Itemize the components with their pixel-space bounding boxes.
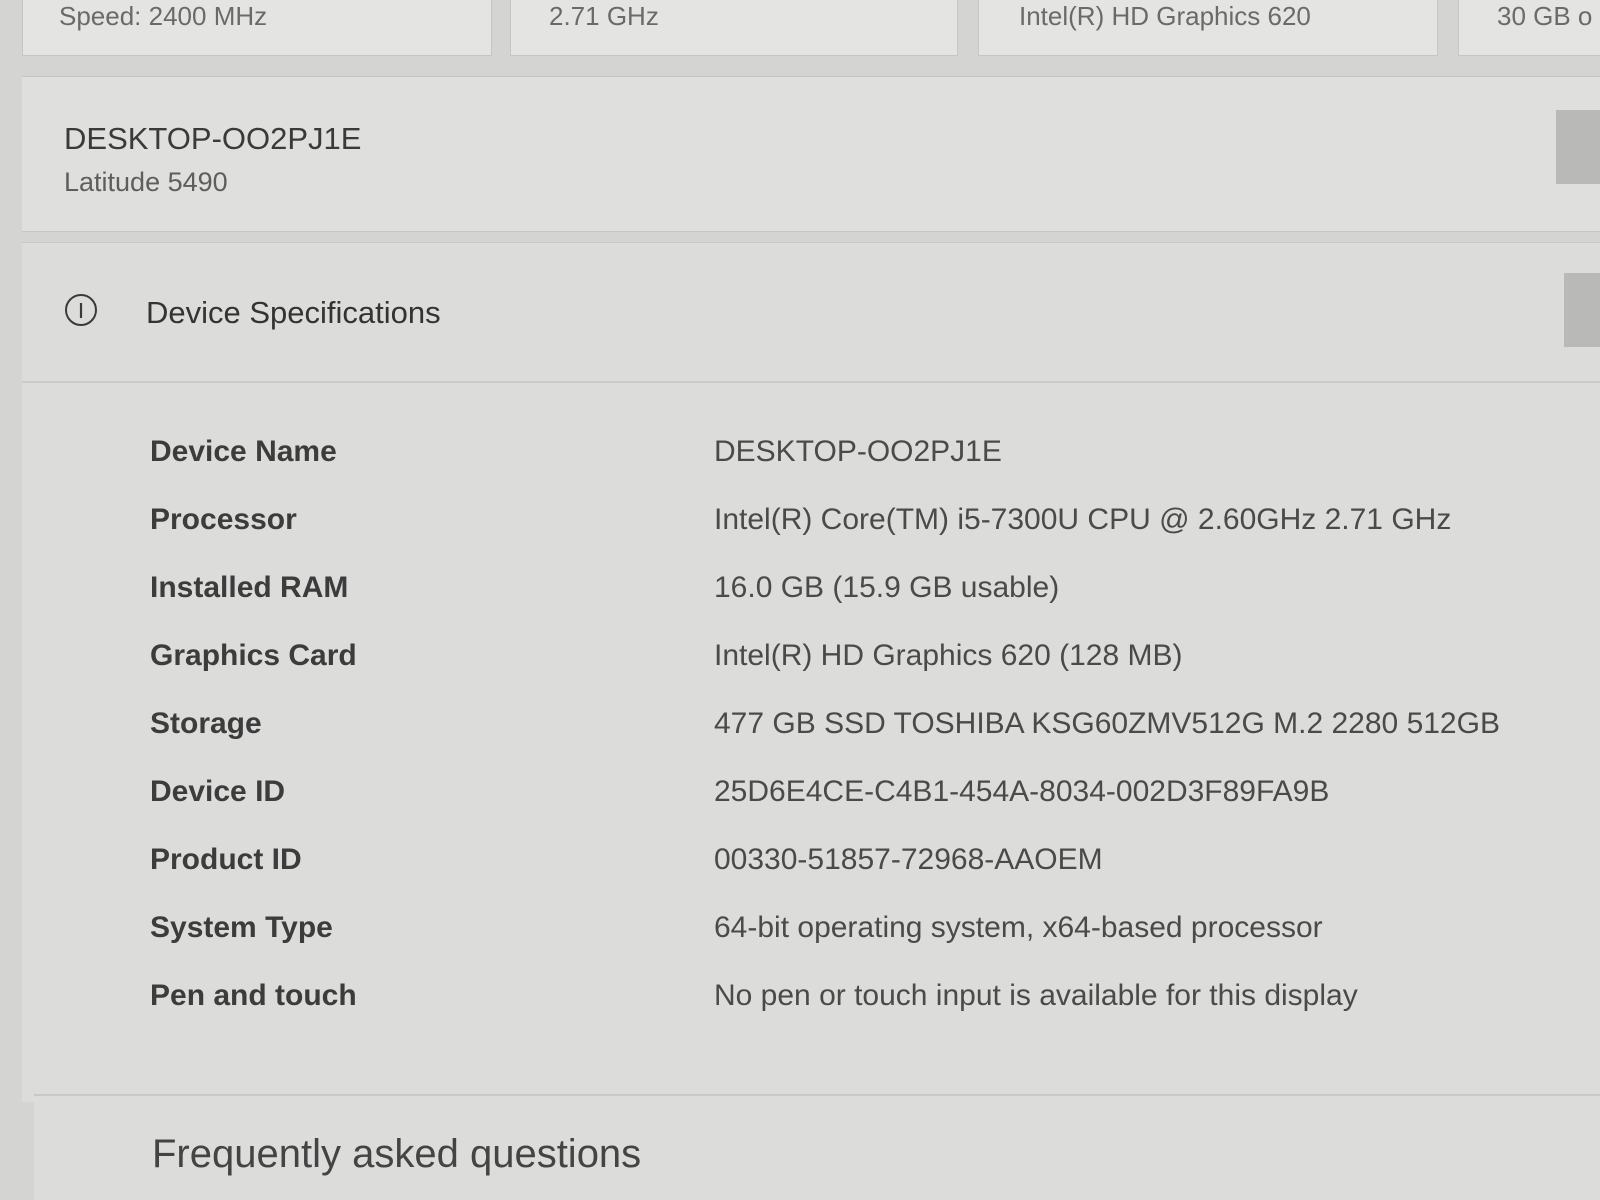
spec-row-storage: Storage 477 GB SSD TOSHIBA KSG60ZMV512G … bbox=[22, 707, 1600, 757]
spec-value: 477 GB SSD TOSHIBA KSG60ZMV512G M.2 2280… bbox=[714, 707, 1500, 740]
memory-summary-card: Speed: 2400 MHz bbox=[22, 0, 492, 56]
spec-value: 25D6E4CE-C4B1-454A-8034-002D3F89FA9B bbox=[714, 775, 1330, 808]
spec-row-pen-and-touch: Pen and touch No pen or touch input is a… bbox=[22, 979, 1600, 1029]
spec-label: Device Name bbox=[150, 435, 337, 468]
spec-label: Installed RAM bbox=[150, 571, 349, 604]
processor-clock-text: 2.71 GHz bbox=[549, 1, 659, 31]
spec-value: 16.0 GB (15.9 GB usable) bbox=[714, 571, 1060, 604]
device-name-heading: DESKTOP-OO2PJ1E bbox=[64, 121, 362, 156]
spec-value: DESKTOP-OO2PJ1E bbox=[714, 435, 1002, 468]
spec-value: 00330-51857-72968-AAOEM bbox=[714, 843, 1103, 876]
spec-row-processor: Processor Intel(R) Core(TM) i5-7300U CPU… bbox=[22, 503, 1600, 553]
memory-speed-text: Speed: 2400 MHz bbox=[59, 1, 268, 31]
spec-row-device-id: Device ID 25D6E4CE-C4B1-454A-8034-002D3F… bbox=[22, 775, 1600, 825]
device-specifications-panel: Device Specifications Device Name DESKTO… bbox=[22, 242, 1600, 1102]
faq-section[interactable]: Frequently asked questions bbox=[34, 1096, 1600, 1200]
spec-row-installed-ram: Installed RAM 16.0 GB (15.9 GB usable) bbox=[22, 571, 1600, 621]
spec-value: No pen or touch input is available for t… bbox=[714, 979, 1358, 1012]
info-icon bbox=[65, 294, 97, 326]
storage-summary-text: 30 GB o bbox=[1497, 1, 1593, 31]
device-header: DESKTOP-OO2PJ1E Latitude 5490 bbox=[22, 76, 1600, 232]
spec-label: Pen and touch bbox=[150, 979, 357, 1012]
spec-label: System Type bbox=[150, 911, 333, 944]
spec-label: Graphics Card bbox=[150, 639, 357, 672]
spec-row-system-type: System Type 64-bit operating system, x64… bbox=[22, 911, 1600, 961]
graphics-summary-card: Intel(R) HD Graphics 620 bbox=[978, 0, 1438, 56]
graphics-name-text: Intel(R) HD Graphics 620 bbox=[1019, 1, 1311, 31]
device-specifications-header[interactable]: Device Specifications bbox=[22, 243, 1600, 383]
spec-value: 64-bit operating system, x64-based proce… bbox=[714, 911, 1323, 944]
copy-button[interactable] bbox=[1564, 273, 1600, 347]
spec-row-graphics-card: Graphics Card Intel(R) HD Graphics 620 (… bbox=[22, 639, 1600, 689]
device-model-text: Latitude 5490 bbox=[64, 167, 228, 197]
rename-pc-button[interactable] bbox=[1556, 110, 1600, 184]
spec-label: Storage bbox=[150, 707, 262, 740]
device-specifications-title: Device Specifications bbox=[146, 295, 441, 330]
spec-label: Product ID bbox=[150, 843, 302, 876]
spec-label: Processor bbox=[150, 503, 297, 536]
storage-summary-card: 30 GB o bbox=[1458, 0, 1600, 56]
spec-value: Intel(R) Core(TM) i5-7300U CPU @ 2.60GHz… bbox=[714, 503, 1452, 536]
spec-label: Device ID bbox=[150, 775, 286, 808]
spec-row-device-name: Device Name DESKTOP-OO2PJ1E bbox=[22, 435, 1600, 485]
spec-row-product-id: Product ID 00330-51857-72968-AAOEM bbox=[22, 843, 1600, 893]
faq-title: Frequently asked questions bbox=[152, 1132, 642, 1176]
spec-value: Intel(R) HD Graphics 620 (128 MB) bbox=[714, 639, 1183, 672]
processor-summary-card: 2.71 GHz bbox=[510, 0, 958, 56]
